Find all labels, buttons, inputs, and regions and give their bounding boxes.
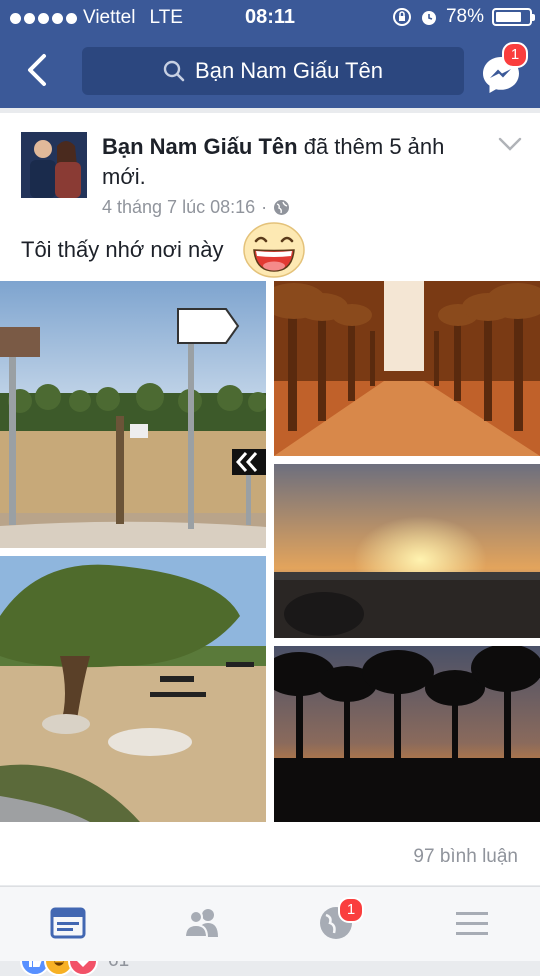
back-arrow-icon bbox=[28, 54, 46, 86]
photo-palm-silhouettes[interactable] bbox=[274, 646, 540, 822]
tab-news-feed[interactable] bbox=[48, 903, 88, 943]
battery-icon bbox=[492, 8, 535, 26]
laughing-emoji-icon bbox=[243, 222, 305, 278]
status-right: 78% bbox=[392, 6, 535, 28]
bottom-tab-bar: 1 bbox=[0, 886, 540, 961]
top-bar: Viettel LTE 08:11 78% Bạn Nam Giấu Tên 1 bbox=[0, 0, 540, 108]
tab-notifications[interactable]: 1 bbox=[316, 897, 364, 943]
alarm-icon bbox=[421, 11, 436, 25]
photo-road-signs[interactable] bbox=[0, 281, 266, 548]
tab-menu[interactable] bbox=[452, 903, 492, 943]
chevron-down-icon[interactable] bbox=[498, 135, 522, 153]
photo-palm-grove-image bbox=[274, 281, 540, 456]
menu-icon bbox=[456, 912, 488, 935]
search-bar[interactable]: Bạn Nam Giấu Tên bbox=[82, 47, 464, 95]
post-header-text: Bạn Nam Giấu Tên đã thêm 5 ảnh mới. bbox=[102, 132, 482, 192]
nav-row: Bạn Nam Giấu Tên 1 bbox=[0, 36, 540, 108]
photo-palm-grove[interactable] bbox=[274, 281, 540, 456]
back-button[interactable] bbox=[20, 48, 60, 92]
friends-icon bbox=[183, 909, 218, 938]
post-meta: 4 tháng 7 lúc 08:16 · bbox=[102, 197, 290, 218]
photo-picnic-area[interactable] bbox=[0, 556, 266, 822]
photo-sunset-image bbox=[274, 464, 540, 638]
author-name[interactable]: Bạn Nam Giấu Tên bbox=[102, 134, 298, 159]
photo-sunset[interactable] bbox=[274, 464, 540, 638]
meta-separator: · bbox=[261, 197, 268, 217]
post-timestamp[interactable]: 4 tháng 7 lúc 08:16 bbox=[102, 197, 255, 218]
news-feed-icon bbox=[50, 907, 86, 939]
orientation-lock-icon bbox=[392, 8, 411, 26]
globe-icon bbox=[274, 200, 290, 215]
messenger-button[interactable]: 1 bbox=[478, 42, 528, 98]
messenger-badge: 1 bbox=[502, 42, 528, 68]
photo-palm-silhouettes-image bbox=[274, 646, 540, 822]
search-text: Bạn Nam Giấu Tên bbox=[195, 58, 383, 83]
photo-picnic-area-image bbox=[0, 556, 266, 822]
photo-road-signs-image bbox=[0, 281, 266, 548]
search-icon bbox=[163, 60, 185, 82]
post-text: Tôi thấy nhớ nơi này bbox=[21, 237, 224, 262]
avatar[interactable] bbox=[21, 132, 87, 198]
tab-friends[interactable] bbox=[182, 903, 222, 943]
post-card: Bạn Nam Giấu Tên đã thêm 5 ảnh mới. 4 th… bbox=[0, 113, 540, 976]
battery-percent: 78% bbox=[445, 6, 484, 27]
status-bar: Viettel LTE 08:11 78% bbox=[0, 0, 540, 36]
avatar-image bbox=[21, 132, 87, 198]
notifications-badge: 1 bbox=[338, 897, 364, 923]
comments-count[interactable]: 97 bình luận bbox=[413, 846, 518, 868]
